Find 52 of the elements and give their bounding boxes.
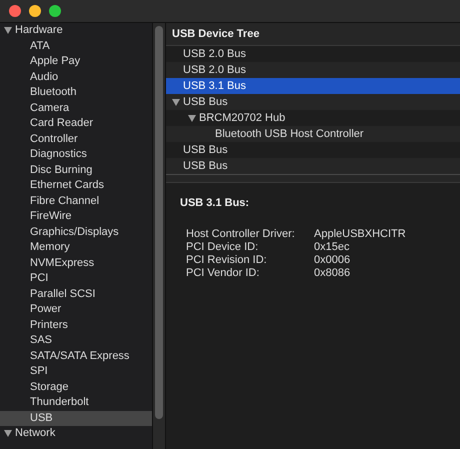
tree-item[interactable]: USB Bus: [183, 96, 228, 108]
sidebar-item[interactable]: Card Reader: [30, 117, 93, 129]
sidebar-item[interactable]: Audio: [30, 70, 58, 82]
tree-item[interactable]: USB Bus: [183, 160, 228, 172]
minimize-button[interactable]: [29, 5, 41, 17]
sidebar-item[interactable]: Diagnostics: [30, 148, 87, 160]
sidebar-item[interactable]: Disc Burning: [30, 164, 92, 176]
sidebar-item[interactable]: Thunderbolt: [30, 396, 89, 408]
sidebar-item[interactable]: FireWire: [30, 210, 72, 222]
sidebar-item[interactable]: NVMExpress: [30, 256, 94, 268]
sidebar-item[interactable]: ATA: [30, 40, 50, 52]
property-value: 0x15ec: [314, 240, 350, 254]
property-value: 0x0006: [314, 254, 352, 266]
sidebar-item[interactable]: Bluetooth: [30, 86, 76, 98]
sidebar-item[interactable]: SPI: [30, 365, 48, 377]
disclosure-triangle-icon[interactable]: [172, 98, 180, 106]
tree-item[interactable]: BRCM20702 Hub: [199, 112, 286, 124]
zoom-button[interactable]: [49, 5, 61, 17]
sidebar-item[interactable]: Printers: [30, 318, 68, 330]
disclosure-triangle-icon[interactable]: [188, 114, 196, 122]
sidebar-item[interactable]: Memory: [30, 241, 70, 253]
property-label: PCI Revision ID:: [186, 254, 268, 266]
tree-item[interactable]: USB Bus: [183, 144, 228, 156]
scrollbar-thumb[interactable]: [155, 26, 163, 419]
sidebar-item[interactable]: SAS: [30, 334, 52, 346]
close-button[interactable]: [9, 5, 21, 17]
sidebar-item[interactable]: PCI: [30, 272, 48, 284]
property-label: Host Controller Driver:: [186, 228, 296, 240]
sidebar-item[interactable]: Parallel SCSI: [30, 288, 96, 300]
sidebar-item[interactable]: Fibre Channel: [30, 194, 100, 206]
sidebar-item[interactable]: Ethernet Cards: [30, 179, 104, 191]
sidebar-item[interactable]: Network: [15, 427, 56, 439]
sidebar-item[interactable]: Hardware: [15, 24, 63, 36]
tree-item[interactable]: USB 2.0 Bus: [183, 48, 246, 60]
sidebar-item[interactable]: SATA/SATA Express: [30, 350, 130, 362]
panel-header: USB Device Tree: [166, 23, 460, 46]
property-label: PCI Device ID:: [186, 240, 260, 254]
property-label: PCI Vendor ID:: [186, 266, 260, 280]
tree-item[interactable]: USB 2.0 Bus: [183, 64, 246, 76]
sidebar-item[interactable]: Power: [30, 303, 62, 315]
sidebar-item[interactable]: Controller: [30, 132, 78, 144]
disclosure-triangle-icon[interactable]: [4, 430, 12, 436]
property-value: 0x8086: [314, 266, 352, 280]
sidebar-item[interactable]: Apple Pay: [30, 55, 80, 67]
sidebar-item[interactable]: USB: [0, 410, 152, 426]
sidebar-item[interactable]: Storage: [30, 380, 69, 392]
sidebar-item[interactable]: Graphics/Displays: [30, 226, 119, 238]
property-value: AppleUSBXHCITR: [314, 228, 407, 240]
sidebar-item[interactable]: Camera: [30, 102, 70, 114]
tree-row[interactable]: USB 3.1 Bus: [166, 78, 460, 94]
details-title: USB 3.1 Bus:: [180, 196, 250, 211]
disclosure-triangle-icon[interactable]: [4, 26, 12, 34]
